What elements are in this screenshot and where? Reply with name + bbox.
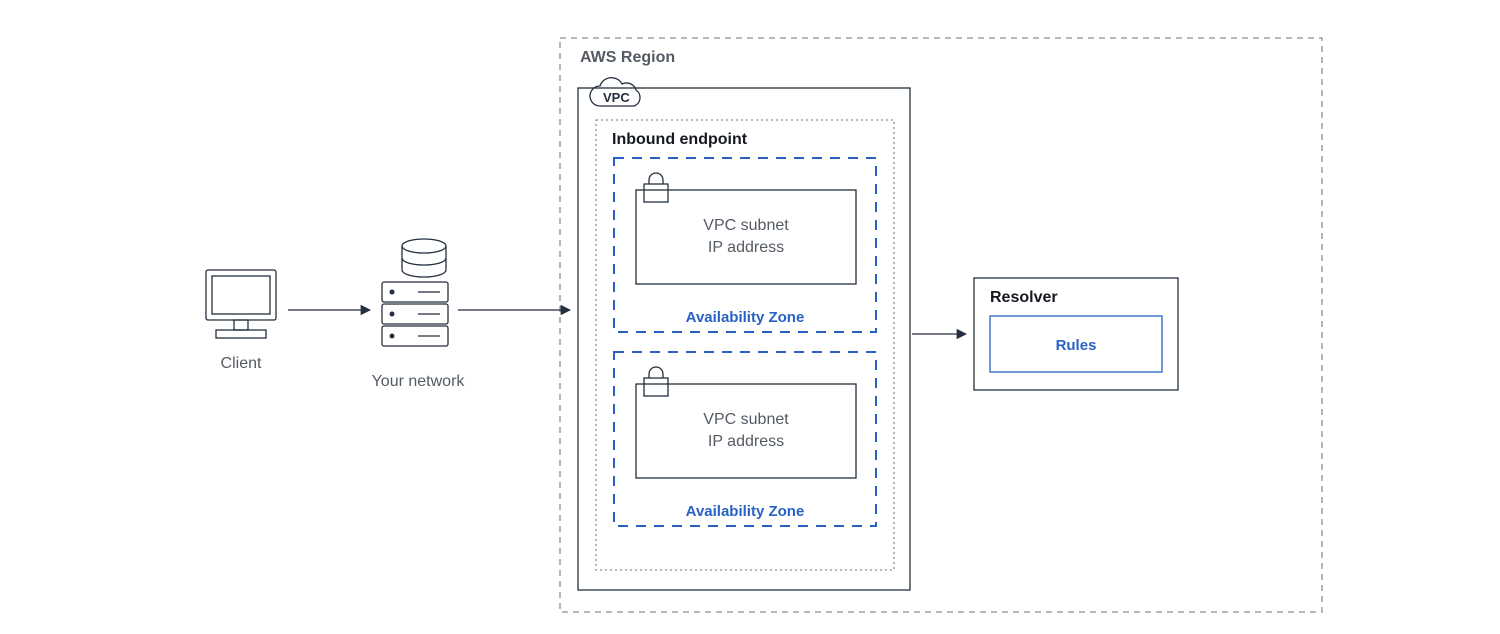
az2-label: Availability Zone xyxy=(686,503,805,520)
your-network-label: Your network xyxy=(372,373,466,390)
subnet1-box xyxy=(636,190,856,284)
client-label: Client xyxy=(221,355,262,372)
resolver-label: Resolver xyxy=(990,289,1058,306)
client-icon xyxy=(206,270,276,338)
lock-icon xyxy=(644,173,668,202)
diagram: AWS Region VPC Inbound endpoint Availabi… xyxy=(0,0,1500,634)
rules-label: Rules xyxy=(1056,337,1097,354)
subnet1-line1: VPC subnet xyxy=(703,217,789,234)
az1-label: Availability Zone xyxy=(686,309,805,326)
subnet2-box xyxy=(636,384,856,478)
subnet2-line2: IP address xyxy=(708,433,784,450)
your-network-icon xyxy=(382,239,448,346)
subnet1-line2: IP address xyxy=(708,239,784,256)
inbound-endpoint-label: Inbound endpoint xyxy=(612,131,748,148)
svg-text:VPC: VPC xyxy=(603,90,630,105)
vpc-cloud-icon: VPC xyxy=(590,78,640,106)
subnet2-line1: VPC subnet xyxy=(703,411,789,428)
lock-icon xyxy=(644,367,668,396)
aws-region-label: AWS Region xyxy=(580,49,675,66)
